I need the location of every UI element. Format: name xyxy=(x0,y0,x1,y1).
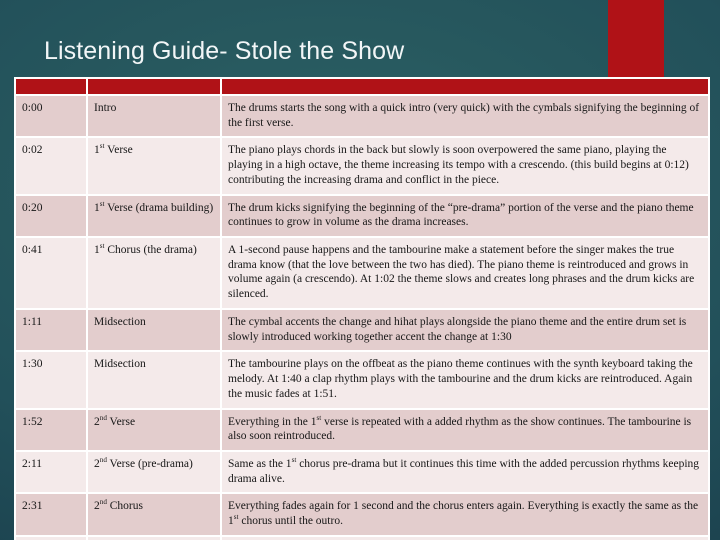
cell-section-name: 2nd Verse xyxy=(88,409,220,450)
cell-timestamp: 0:20 xyxy=(16,195,86,237)
cell-section-name: 2nd Chorus xyxy=(88,494,220,535)
cell-description: The piano plays chords in the back but s… xyxy=(222,138,708,194)
cell-description: Same as the 1st chorus pre-drama but it … xyxy=(222,451,708,493)
table-row: 0:20 1st Verse (drama building) The drum k… xyxy=(16,195,708,237)
cell-section-name: Midsection xyxy=(88,309,220,351)
cell-timestamp: 0:00 xyxy=(16,96,86,137)
ordinal-suffix: nd xyxy=(99,456,107,465)
cell-timestamp: 2:11 xyxy=(16,451,86,493)
ordinal-suffix: st xyxy=(99,242,105,251)
table-row: 0:41 1st Chorus (the drama) A 1-second pau… xyxy=(16,238,708,308)
cell-section-name: 2nd Verse (pre-drama) xyxy=(88,451,220,493)
table-body: 0:00 Intro The drums starts the song with … xyxy=(16,96,708,540)
table-row: 1:11 Midsection The cymbal accents the cha… xyxy=(16,309,708,351)
header-cell-section xyxy=(88,79,220,94)
cell-description: The cymbal accents the change and hihat … xyxy=(222,309,708,351)
cell-section-name: 1st Verse (drama building) xyxy=(88,195,220,237)
header-cell-description xyxy=(222,79,708,94)
cell-section-name: Midsection xyxy=(88,352,220,408)
ordinal-suffix: nd xyxy=(99,498,107,507)
table-row: 1:30 Midsection The tambourine plays on th… xyxy=(16,352,708,408)
cell-description: Everything in the 1st verse is repeated … xyxy=(222,409,708,450)
cell-description: The tambourine plays on the offbeat as t… xyxy=(222,352,708,408)
cell-timestamp: 0:41 xyxy=(16,238,86,308)
cell-timestamp: 1:30 xyxy=(16,352,86,408)
table-header xyxy=(16,79,708,94)
presentation-slide: Listening Guide- Stole the Show 0:00 Intr… xyxy=(0,0,720,540)
cell-timestamp: 0:02 xyxy=(16,138,86,194)
cell-description: The drums starts the song with a quick i… xyxy=(222,96,708,137)
cell-description: A 1-second pause happens and the tambour… xyxy=(222,238,708,308)
table-row: 2:11 2nd Verse (pre-drama) Same as the 1st… xyxy=(16,451,708,493)
table-row: 2:31 2nd Chorus Everything fades again for… xyxy=(16,494,708,535)
cell-description: The drum kicks signifying the beginning … xyxy=(222,195,708,237)
table-header-row xyxy=(16,79,708,94)
cell-description: Everything fades again for 1 second and … xyxy=(222,494,708,535)
cell-timestamp: 2:31 xyxy=(16,494,86,535)
listening-guide-table-wrapper: 0:00 Intro The drums starts the song with … xyxy=(14,77,710,540)
cell-section-name: 1st Chorus (the drama) xyxy=(88,238,220,308)
table-row: 0:02 1st Verse The piano plays chords in t… xyxy=(16,138,708,194)
cell-section-name: Intro xyxy=(88,96,220,137)
cell-timestamp: 1:11 xyxy=(16,309,86,351)
ordinal-suffix: st xyxy=(316,413,322,422)
table-row: 0:00 Intro The drums starts the song with … xyxy=(16,96,708,137)
ordinal-suffix: st xyxy=(99,199,105,208)
ordinal-suffix: st xyxy=(291,456,297,465)
listening-guide-table: 0:00 Intro The drums starts the song with … xyxy=(14,77,710,540)
page-title: Listening Guide- Stole the Show xyxy=(44,37,405,65)
cell-section-name: 1st Verse xyxy=(88,138,220,194)
ordinal-suffix: nd xyxy=(99,413,107,422)
ordinal-suffix: st xyxy=(99,142,105,151)
table-row: 1:52 2nd Verse Everything in the 1st verse… xyxy=(16,409,708,450)
header-cell-time xyxy=(16,79,86,94)
cell-timestamp: 1:52 xyxy=(16,409,86,450)
ordinal-suffix: st xyxy=(233,513,239,522)
